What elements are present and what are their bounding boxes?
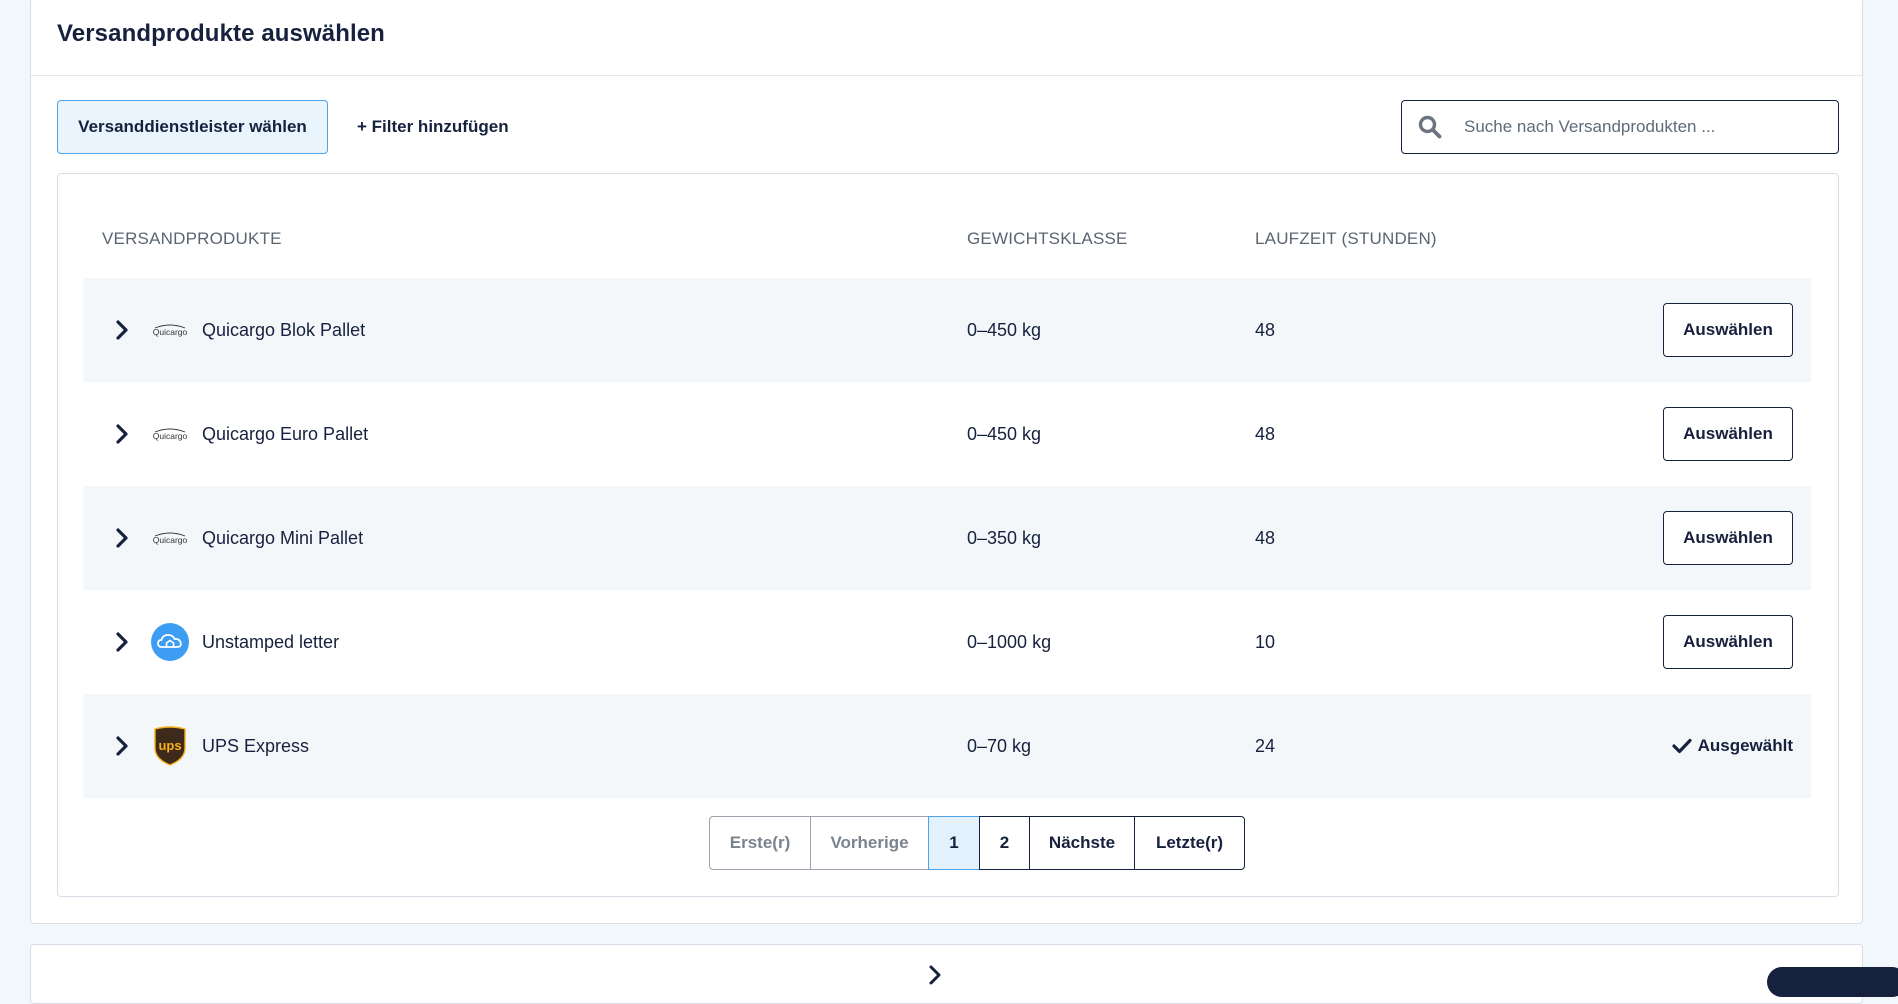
table-row: Quicargo Quicargo Euro Pallet 0–450 kg 4…	[83, 382, 1811, 486]
svg-text:Quicargo: Quicargo	[153, 535, 188, 545]
choose-provider-button[interactable]: Versanddienstleister wählen	[57, 100, 328, 154]
chevron-right-icon[interactable]	[111, 319, 133, 341]
svg-text:ups: ups	[158, 738, 181, 753]
quicargo-logo: Quicargo	[151, 415, 189, 453]
transit-time: 10	[1255, 631, 1276, 652]
select-button[interactable]: Auswählen	[1663, 407, 1793, 461]
chevron-right-icon[interactable]	[111, 527, 133, 549]
page-title: Versandprodukte auswählen	[57, 20, 385, 47]
transit-time: 48	[1255, 527, 1276, 548]
chevron-right-icon[interactable]	[111, 735, 133, 757]
card-action-button[interactable]	[1767, 967, 1898, 997]
page-1-button[interactable]: 1	[928, 816, 980, 870]
products-table: VERSANDPRODUKTE GEWICHTSKLASSE LAUFZEIT …	[57, 173, 1839, 897]
column-header-weight: GEWICHTSKLASSE	[967, 229, 1128, 248]
table-row: Unstamped letter 0–1000 kg 10 Auswählen	[83, 590, 1811, 694]
quicargo-logo: Quicargo	[151, 519, 189, 557]
table-row: ups UPS Express 0–70 kg 24 Ausgewählt	[83, 694, 1811, 798]
product-name: Quicargo Blok Pallet	[202, 319, 366, 340]
weight-class: 0–450 kg	[967, 319, 1042, 340]
select-shipping-products-card: Versandprodukte auswählen Versanddienstl…	[30, 0, 1863, 924]
column-header-products: VERSANDPRODUKTE	[102, 229, 282, 248]
product-name: Unstamped letter	[202, 631, 340, 652]
checkmark-icon	[1671, 738, 1692, 754]
chevron-right-icon[interactable]	[111, 423, 133, 445]
svg-text:Quicargo: Quicargo	[153, 327, 188, 337]
selected-status: Ausgewählt	[1671, 719, 1793, 773]
next-card	[30, 944, 1898, 1004]
ups-logo: ups	[151, 726, 189, 766]
transit-time: 48	[1255, 423, 1276, 444]
search-input[interactable]	[1458, 101, 1838, 153]
chevron-right-icon[interactable]	[111, 631, 133, 653]
weight-class: 0–350 kg	[967, 527, 1042, 548]
previous-page-button[interactable]: Vorherige	[810, 816, 929, 870]
weight-class: 0–70 kg	[967, 735, 1032, 756]
select-button[interactable]: Auswählen	[1663, 615, 1793, 669]
add-filter-button[interactable]: + Filter hinzufügen	[357, 100, 509, 154]
pagination: Erste(r) Vorherige 1 2 Nächste Letzte(r)	[709, 816, 1245, 870]
selected-label: Ausgewählt	[1697, 736, 1793, 755]
last-page-button[interactable]: Letzte(r)	[1134, 816, 1245, 870]
header-divider	[31, 75, 1862, 76]
weight-class: 0–1000 kg	[967, 631, 1052, 652]
transit-time: 48	[1255, 319, 1276, 340]
weight-class: 0–450 kg	[967, 423, 1042, 444]
quicargo-logo: Quicargo	[151, 311, 189, 349]
table-row: Quicargo Quicargo Blok Pallet 0–450 kg 4…	[83, 278, 1811, 382]
first-page-button[interactable]: Erste(r)	[709, 816, 811, 870]
page-2-button[interactable]: 2	[979, 816, 1030, 870]
product-name: UPS Express	[202, 735, 310, 756]
table-row: Quicargo Quicargo Mini Pallet 0–350 kg 4…	[83, 486, 1811, 590]
select-button[interactable]: Auswählen	[1663, 303, 1793, 357]
chevron-right-icon[interactable]	[925, 965, 945, 985]
search-icon	[1402, 101, 1458, 153]
select-button[interactable]: Auswählen	[1663, 511, 1793, 565]
cloud-home-icon	[151, 623, 189, 661]
search-field[interactable]	[1401, 100, 1839, 154]
product-name: Quicargo Mini Pallet	[202, 527, 364, 548]
column-header-time: LAUFZEIT (STUNDEN)	[1255, 229, 1437, 248]
product-name: Quicargo Euro Pallet	[202, 423, 369, 444]
next-page-button[interactable]: Nächste	[1029, 816, 1135, 870]
svg-text:Quicargo: Quicargo	[153, 431, 188, 441]
transit-time: 24	[1255, 735, 1276, 756]
